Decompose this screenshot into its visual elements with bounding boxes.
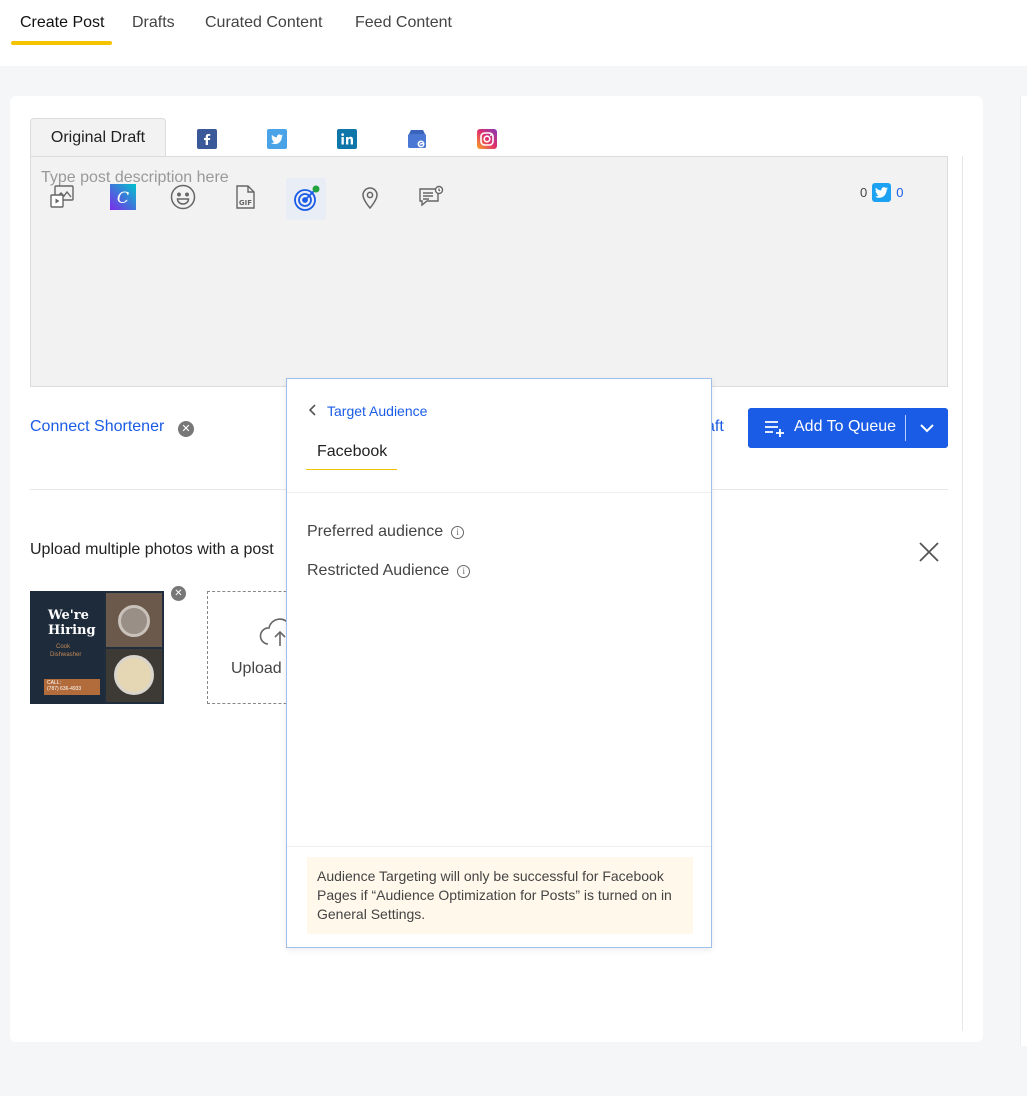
food-photo — [106, 593, 162, 647]
location-icon[interactable] — [356, 183, 384, 211]
thumbnail-edge — [164, 591, 180, 704]
card-divider — [962, 156, 963, 1031]
info-icon[interactable]: i — [451, 525, 465, 539]
info-icon[interactable]: i — [457, 564, 471, 578]
active-tab-indicator — [11, 41, 112, 45]
canva-icon[interactable]: C — [109, 183, 137, 211]
right-panel-edge — [1020, 96, 1027, 1046]
twitter-icon[interactable] — [267, 129, 287, 149]
tab-facebook[interactable]: Facebook — [317, 443, 387, 461]
character-counter: 0 0 — [860, 183, 903, 202]
upload-label: Upload — [231, 660, 282, 677]
remove-image-icon[interactable]: ✕ — [171, 586, 186, 601]
popover-title: Target Audience — [327, 403, 428, 419]
tab-drafts[interactable]: Drafts — [132, 13, 175, 33]
target-audience-popover: Target Audience Facebook Preferred audie… — [286, 378, 712, 948]
svg-text:G: G — [419, 142, 423, 148]
close-icon[interactable]: ✕ — [178, 421, 194, 437]
restricted-audience-row[interactable]: Restricted Audience i — [307, 562, 471, 580]
linkedin-icon[interactable] — [337, 129, 357, 149]
flyer-roles: Cook Dishwasher — [50, 643, 81, 659]
add-to-queue-label: Add To Queue — [794, 418, 897, 435]
restricted-audience-label: Restricted Audience — [307, 562, 450, 579]
connect-shortener-link[interactable]: Connect Shortener — [30, 418, 164, 436]
flyer-phone: (787) 636-4933 — [47, 686, 82, 692]
svg-text:GIF: GIF — [239, 199, 252, 207]
popover-divider — [287, 492, 711, 493]
uploaded-image-thumbnail[interactable]: We're Hiring Cook Dishwasher CALL: (787)… — [30, 591, 180, 704]
svg-text:C: C — [117, 188, 129, 207]
queue-add-icon — [764, 419, 786, 442]
button-separator — [905, 415, 906, 441]
flyer-role-2: Dishwasher — [50, 652, 82, 658]
close-icon[interactable] — [918, 541, 940, 563]
target-audience-icon[interactable] — [286, 178, 326, 220]
comment-icon[interactable] — [417, 183, 445, 211]
chevron-left-icon — [308, 403, 317, 419]
audience-targeting-note: Audience Targeting will only be successf… — [307, 857, 693, 934]
plate — [114, 655, 154, 695]
counter-twitter: 0 — [896, 185, 904, 200]
flyer-role-1: Cook — [56, 644, 71, 650]
tab-create-post[interactable]: Create Post — [20, 13, 104, 33]
food-photo — [106, 649, 162, 702]
top-tab-bar: Create Post Drafts Curated Content Feed … — [0, 0, 1027, 66]
flyer-headline: We're Hiring — [48, 608, 96, 638]
instagram-icon[interactable] — [477, 129, 497, 149]
upload-section-title: Upload multiple photos with a post — [30, 541, 274, 558]
google-business-icon[interactable]: G — [407, 129, 427, 149]
flyer-call-box: CALL: (787) 636-4933 — [44, 679, 100, 695]
twitter-counter-icon — [872, 183, 892, 202]
active-tab-indicator — [306, 469, 397, 470]
counter-total: 0 — [860, 185, 868, 200]
back-button[interactable]: Target Audience — [308, 403, 428, 419]
tab-curated-content[interactable]: Curated Content — [205, 13, 322, 33]
media-icon[interactable] — [48, 183, 76, 211]
preferred-audience-label: Preferred audience — [307, 523, 444, 540]
facebook-icon[interactable] — [197, 129, 217, 149]
flyer-headline-line1: We're — [48, 608, 89, 623]
add-to-queue-button[interactable]: Add To Queue — [748, 408, 948, 448]
tab-original-draft[interactable]: Original Draft — [30, 118, 166, 156]
emoji-icon[interactable] — [169, 183, 197, 211]
plate — [118, 605, 150, 637]
chevron-down-icon[interactable] — [919, 421, 935, 439]
gif-icon[interactable]: GIF — [231, 183, 259, 211]
preferred-audience-row[interactable]: Preferred audience i — [307, 523, 465, 541]
post-editor[interactable]: Type post description here — [30, 156, 948, 387]
popover-divider — [287, 846, 711, 847]
tab-feed-content[interactable]: Feed Content — [355, 13, 452, 33]
flyer-headline-line2: Hiring — [48, 623, 96, 638]
